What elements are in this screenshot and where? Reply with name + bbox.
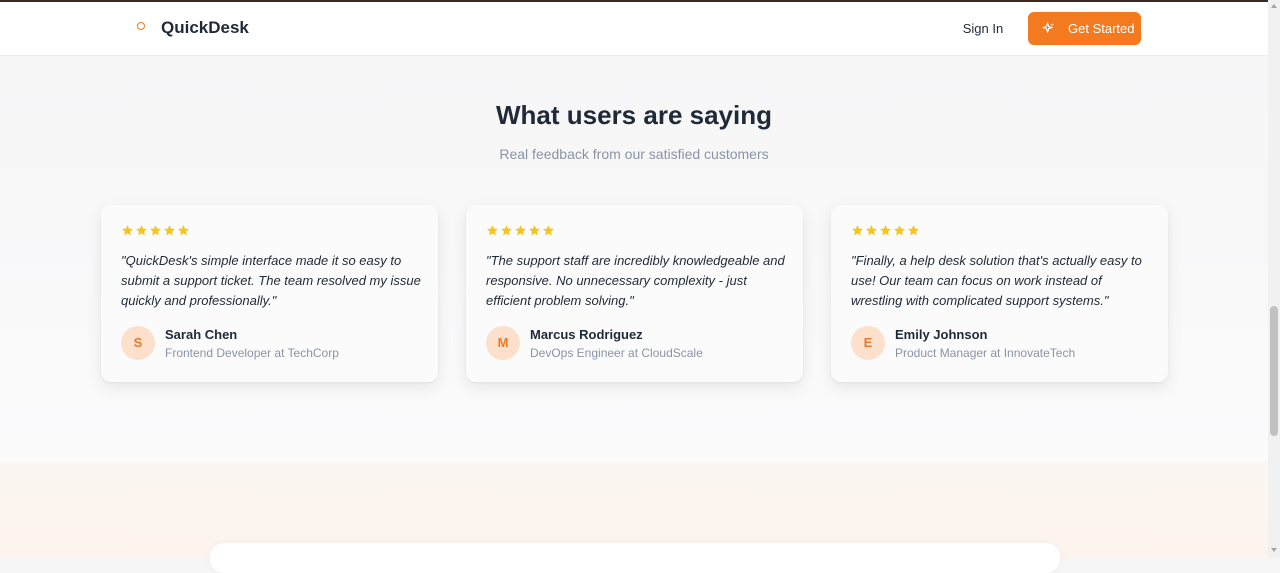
reviewer-role: Product Manager at InnovateTech <box>895 346 1076 360</box>
reviewer-name: Emily Johnson <box>895 327 988 342</box>
avatar: S <box>121 326 155 360</box>
top-navbar: QuickDesk Sign In Get Started <box>0 2 1268 56</box>
star-rating <box>486 224 555 238</box>
brand-name[interactable]: QuickDesk <box>161 18 249 38</box>
star-icon <box>164 225 175 236</box>
sign-in-button[interactable]: Sign In <box>951 19 1015 39</box>
star-icon <box>880 225 891 236</box>
star-icon <box>543 225 554 236</box>
testimonial-card: "Finally, a help desk solution that's ac… <box>831 205 1168 382</box>
star-icon <box>866 225 877 236</box>
star-icon <box>178 225 189 236</box>
star-icon <box>501 225 512 236</box>
get-started-button[interactable]: Get Started <box>1028 12 1141 45</box>
star-rating <box>121 224 190 238</box>
star-icon <box>908 225 919 236</box>
star-icon <box>852 225 863 236</box>
sparkles-icon <box>1042 22 1055 33</box>
avatar: M <box>486 326 520 360</box>
reviewer-role: Frontend Developer at TechCorp <box>165 346 339 360</box>
testimonial-quote: "Finally, a help desk solution that's ac… <box>851 253 1142 308</box>
next-section-card <box>210 543 1060 573</box>
star-icon <box>150 225 161 236</box>
star-icon <box>122 225 133 236</box>
reviewer-name: Marcus Rodriguez <box>530 327 643 342</box>
logo-icon <box>137 22 145 30</box>
star-icon <box>515 225 526 236</box>
testimonial-card: "The support staff are incredibly knowle… <box>466 205 803 382</box>
star-icon <box>136 225 147 236</box>
scrollbar-thumb[interactable] <box>1270 306 1278 436</box>
testimonial-quote: "QuickDesk's simple interface made it so… <box>121 253 421 308</box>
reviewer-role: DevOps Engineer at CloudScale <box>530 346 703 360</box>
testimonial-card: "QuickDesk's simple interface made it so… <box>101 205 438 382</box>
reviewer-name: Sarah Chen <box>165 327 238 342</box>
testimonial-quote: "The support staff are incredibly knowle… <box>486 253 785 308</box>
get-started-label: Get Started <box>1068 21 1135 36</box>
scroll-down-arrow-icon[interactable] <box>1271 548 1277 552</box>
section-title: What users are saying <box>496 100 772 130</box>
section-subtitle: Real feedback from our satisfied custome… <box>499 146 769 162</box>
page-scrollbar[interactable] <box>1268 0 1280 558</box>
star-icon <box>487 225 498 236</box>
star-rating <box>851 224 920 238</box>
scroll-up-arrow-icon[interactable] <box>1271 4 1277 8</box>
star-icon <box>529 225 540 236</box>
star-icon <box>894 225 905 236</box>
avatar: E <box>851 326 885 360</box>
